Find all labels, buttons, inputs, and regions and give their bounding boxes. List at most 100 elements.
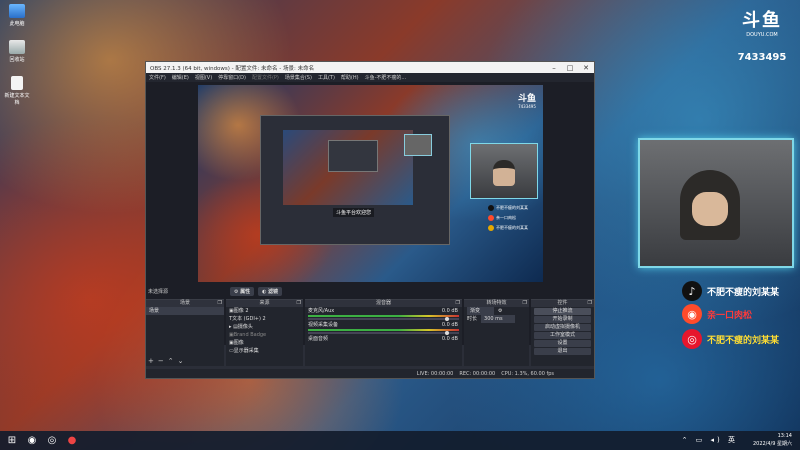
transitions-dock: 转场特效 ❐ 渐变 ⚙ 时长 300 ms <box>464 299 529 366</box>
canvas-social-label: 不肥不瘦的刘某某 <box>496 225 528 230</box>
source-item[interactable]: ▭ 显示器采集 <box>226 347 303 355</box>
desktop-icon-computer[interactable]: 此电脑 <box>4 4 30 27</box>
sources-header: 来源 ❐ <box>226 300 303 307</box>
folder-icon: ▸ ▤ <box>229 324 238 330</box>
menu-docks[interactable]: 停靠窗口(D) <box>218 74 246 81</box>
scene-item[interactable]: 场景 <box>146 307 224 315</box>
move-down-icon[interactable]: ⌄ <box>178 357 188 365</box>
nested-obs-capture: 斗鱼平台欢迎您 <box>260 115 450 245</box>
desktop-icon-recycle-bin[interactable]: 回收站 <box>4 40 30 63</box>
minimize-button[interactable]: – <box>546 64 562 72</box>
source-name: Brand Badge <box>233 332 267 338</box>
dock-undock-icon[interactable]: ❐ <box>523 300 527 307</box>
nested-inner-window <box>328 140 378 172</box>
nested-ad-text: 斗鱼平台欢迎您 <box>333 208 375 217</box>
social-label: 不肥不瘦的刘某某 <box>707 287 780 298</box>
mixer-title: 混音器 <box>375 300 391 306</box>
studio-mode-button[interactable]: 工作室模式 <box>534 332 591 339</box>
dock-undock-icon[interactable]: ❐ <box>588 300 592 307</box>
remove-scene-icon[interactable]: − <box>158 357 168 365</box>
obs-taskbar-icon[interactable]: ◎ <box>44 433 60 449</box>
desktop-icon-label: 此电脑 <box>9 21 25 27</box>
settings-button[interactable]: 设置 <box>534 340 591 347</box>
chrome-icon[interactable]: ● <box>64 433 80 449</box>
properties-button[interactable]: ⚙ 属性 <box>230 287 255 296</box>
move-up-icon[interactable]: ⌃ <box>168 357 178 365</box>
no-source-label: 未选择源 <box>148 289 169 295</box>
mixer-dock: 混音器 ❐ 麦克风/Aux 0.0 dB 视频采集设备 0.0 dB 桌面音频 0.0 … <box>305 299 462 366</box>
dock-undock-icon[interactable]: ❐ <box>456 300 460 307</box>
channel-name: 麦克风/Aux <box>308 308 335 314</box>
desktop-icon-text-file[interactable]: 新建文本文档 <box>4 76 30 106</box>
source-item[interactable]: ▣ Brand Badge <box>226 331 303 339</box>
kuaishou-icon <box>488 215 494 221</box>
menu-help[interactable]: 帮助(H) <box>341 74 359 81</box>
close-button[interactable]: ✕ <box>578 64 594 72</box>
obs-title: OBS 27.1.3 (64 bit, windows) - 配置文件: 未命名… <box>150 65 315 72</box>
start-virtual-camera-button[interactable]: 启动虚拟摄像机 <box>534 324 591 331</box>
scenes-header: 场景 ❐ <box>146 300 224 307</box>
canvas-social-label: 亲一口肉松 <box>496 215 516 220</box>
maximize-button[interactable]: □ <box>562 64 578 72</box>
preview-toolbar: ⚙ 属性 ◐ 滤镜 <box>230 287 283 296</box>
menu-file[interactable]: 文件(F) <box>149 74 166 81</box>
gear-icon[interactable]: ⚙ <box>498 307 502 315</box>
mixer-header: 混音器 ❐ <box>305 300 462 307</box>
weibo-icon: ◎ <box>682 329 702 349</box>
source-item[interactable]: T 文本 (GDI+) 2 <box>226 315 303 323</box>
channel-db: 0.0 dB <box>441 336 458 342</box>
menu-scene-collection[interactable]: 场景集合(S) <box>285 74 312 81</box>
properties-label: 属性 <box>240 289 251 295</box>
douyu-logo: 斗鱼 <box>742 10 782 31</box>
menu-tools[interactable]: 工具(T) <box>318 74 335 81</box>
menu-douyu[interactable]: 斗鱼-不肥不瘦的... <box>365 74 407 81</box>
computer-icon <box>9 4 25 18</box>
add-scene-icon[interactable]: + <box>148 357 158 365</box>
cpu-status: CPU: 1.3%, 60.00 fps <box>501 370 554 377</box>
volume-slider[interactable] <box>308 317 459 321</box>
sources-title: 来源 <box>259 300 270 306</box>
sources-dock: 来源 ❐ ▣ 图像 2 T 文本 (GDI+) 2 ▸ ▤ 摄像头 ▣ Brand… <box>226 299 303 366</box>
source-item[interactable]: ▸ ▤ 摄像头 <box>226 323 303 331</box>
steam-icon[interactable]: ◉ <box>24 433 40 449</box>
obs-statusbar: LIVE: 00:00:00 REC: 00:00:00 CPU: 1.3%, … <box>146 369 594 378</box>
obs-window[interactable]: OBS 27.1.3 (64 bit, windows) - 配置文件: 未命名… <box>145 61 595 379</box>
canvas-logo: 斗鱼 <box>517 94 536 104</box>
filters-button[interactable]: ◐ 滤镜 <box>258 287 283 296</box>
obs-titlebar[interactable]: OBS 27.1.3 (64 bit, windows) - 配置文件: 未命名… <box>146 62 594 73</box>
duration-input[interactable]: 300 ms <box>481 315 515 323</box>
canvas-social-3: 不肥不瘦的刘某某 <box>488 225 528 231</box>
filters-label: 滤镜 <box>268 289 279 295</box>
system-tray-icons[interactable]: ⌃ ▭ ◂) 英 <box>682 435 738 445</box>
volume-slider[interactable] <box>308 331 459 335</box>
dock-undock-icon[interactable]: ❐ <box>297 300 301 307</box>
menu-edit[interactable]: 编辑(E) <box>172 74 189 81</box>
streamer-face <box>692 192 728 226</box>
windows-start-icon[interactable]: ⊞ <box>4 433 20 449</box>
canvas-social-1: 不肥不瘦的刘某某 <box>488 205 528 211</box>
stop-streaming-button[interactable]: 停止推流 <box>534 308 591 315</box>
dock-undock-icon[interactable]: ❐ <box>218 300 222 307</box>
menu-view[interactable]: 视图(V) <box>195 74 212 81</box>
clock[interactable]: 13:14 2022/4/9 星期六 <box>753 432 792 448</box>
source-item[interactable]: ▣ 图像 <box>226 339 303 347</box>
duration-label: 时长 <box>467 316 478 322</box>
room-id: 7433495 <box>737 52 787 63</box>
controls-header: 控件 ❐ <box>531 300 594 307</box>
tiktok-icon: ♪ <box>682 281 702 301</box>
start-recording-button[interactable]: 开始录制 <box>534 316 591 323</box>
desktop-icon-label: 回收站 <box>9 57 25 63</box>
source-item[interactable]: ▣ 图像 2 <box>226 307 303 315</box>
transition-select[interactable]: 渐变 ⚙ <box>464 307 529 315</box>
canvas-room-id: 7433495 <box>518 104 536 109</box>
preview-canvas[interactable]: 斗鱼平台欢迎您 斗鱼 7433495 不肥不瘦的刘某某 亲一口肉松 不肥不瘦的刘… <box>198 85 543 282</box>
social-label: 亲一口肉松 <box>707 310 753 321</box>
rec-status: REC: 00:00:00 <box>459 370 496 377</box>
douyu-brand: 斗鱼 DOUYU.COM 7433495 <box>732 6 792 63</box>
exit-button[interactable]: 退出 <box>534 348 591 355</box>
source-name: 图像 <box>233 340 244 346</box>
canvas-webcam <box>470 143 538 199</box>
obs-menubar: 文件(F) 编辑(E) 视图(V) 停靠窗口(D) 配置文件(P) 场景集合(S… <box>146 73 594 82</box>
channel-db: 0.0 dB <box>441 308 458 314</box>
menu-profile[interactable]: 配置文件(P) <box>252 74 279 81</box>
